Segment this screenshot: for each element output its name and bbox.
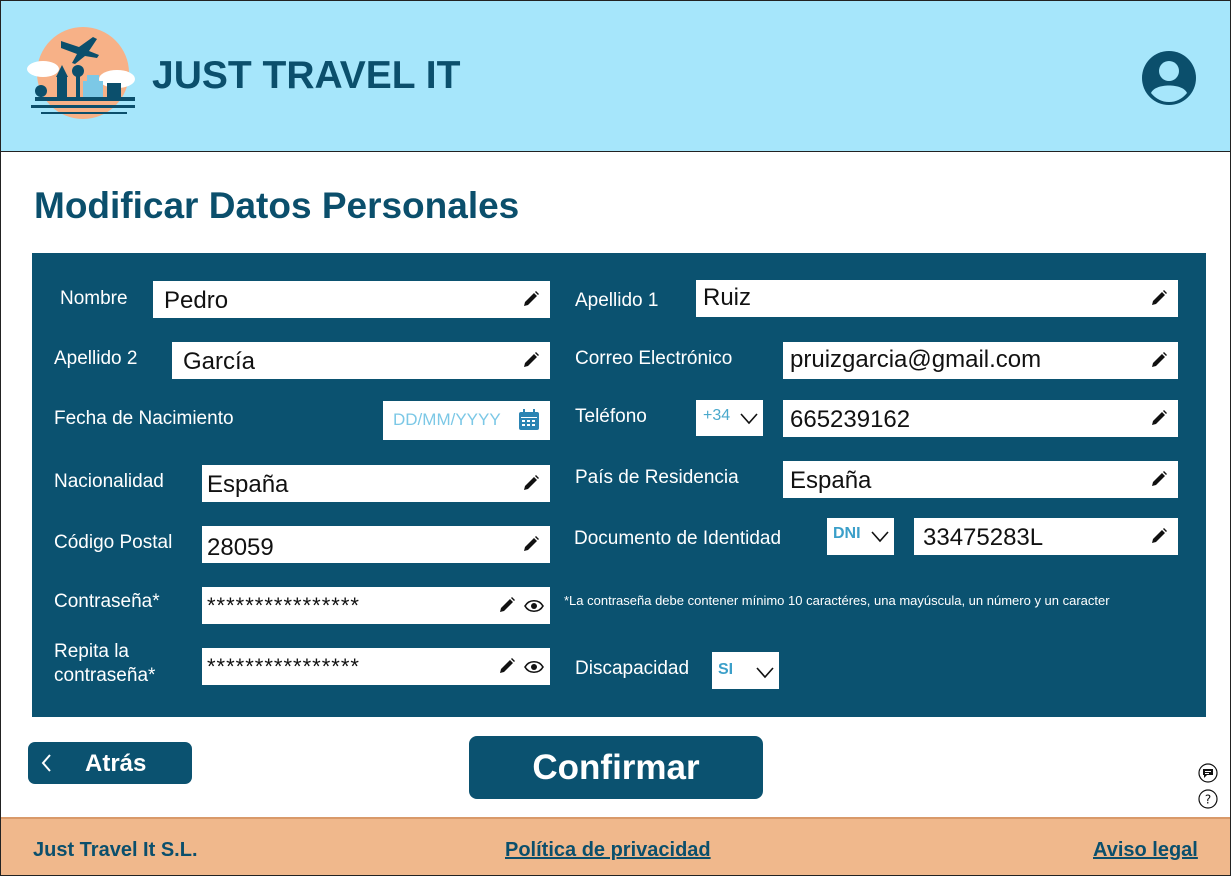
pencil-icon[interactable] bbox=[522, 351, 540, 369]
pais-residencia-field[interactable]: España bbox=[783, 461, 1178, 498]
phone-prefix-select[interactable]: +34 bbox=[696, 400, 763, 436]
chevron-down-icon bbox=[756, 667, 774, 679]
password-hint: *La contraseña debe contener mínimo 10 c… bbox=[564, 593, 1110, 608]
pencil-icon[interactable] bbox=[522, 474, 540, 492]
nombre-field[interactable]: Pedro bbox=[153, 281, 550, 318]
pencil-icon[interactable] bbox=[1150, 289, 1168, 307]
eye-icon[interactable] bbox=[524, 658, 544, 676]
documento-field[interactable]: 33475283L bbox=[914, 518, 1178, 555]
svg-text:?: ? bbox=[1205, 793, 1211, 807]
contrasena-field[interactable]: **************** bbox=[202, 587, 550, 624]
discapacidad-select[interactable]: SI bbox=[712, 652, 779, 689]
fecha-placeholder: DD/MM/YYYY bbox=[393, 410, 501, 429]
discapacidad-value: SI bbox=[718, 661, 734, 678]
pencil-icon[interactable] bbox=[498, 657, 516, 675]
repita-contrasena-label-line1: Repita la bbox=[54, 641, 129, 662]
correo-field[interactable]: pruizgarcia@gmail.com bbox=[783, 342, 1178, 379]
codigo-postal-value: 28059 bbox=[207, 534, 274, 561]
page-title: Modificar Datos Personales bbox=[34, 185, 520, 226]
pencil-icon[interactable] bbox=[1150, 409, 1168, 427]
telefono-field[interactable]: 665239162 bbox=[783, 400, 1178, 437]
pencil-icon[interactable] bbox=[498, 596, 516, 614]
nacionalidad-value: España bbox=[207, 471, 289, 498]
fecha-nacimiento-field[interactable]: DD/MM/YYYY bbox=[383, 401, 550, 440]
back-button-label: Atrás bbox=[85, 750, 147, 777]
documento-label: Documento de Identidad bbox=[574, 528, 782, 549]
confirm-button[interactable]: Confirmar bbox=[469, 736, 763, 799]
travel-logo-icon bbox=[27, 27, 135, 119]
chevron-left-icon bbox=[41, 754, 51, 772]
apellido2-label: Apellido 2 bbox=[54, 348, 138, 369]
chevron-down-icon bbox=[871, 531, 889, 543]
apellido1-field[interactable]: Ruiz bbox=[696, 280, 1178, 317]
chat-icon[interactable] bbox=[1198, 763, 1218, 783]
phone-prefix-value: +34 bbox=[703, 407, 731, 424]
calendar-icon[interactable] bbox=[517, 408, 541, 432]
correo-label: Correo Electrónico bbox=[575, 348, 733, 369]
nacionalidad-label: Nacionalidad bbox=[54, 471, 164, 492]
site-footer: Just Travel It S.L. Política de privacid… bbox=[1, 817, 1230, 875]
discapacidad-label: Discapacidad bbox=[575, 658, 690, 679]
apellido2-value: García bbox=[183, 348, 256, 375]
codigo-postal-label: Código Postal bbox=[54, 532, 173, 553]
chevron-down-icon bbox=[740, 413, 758, 425]
nombre-label: Nombre bbox=[60, 288, 128, 309]
pencil-icon[interactable] bbox=[522, 290, 540, 308]
nombre-value: Pedro bbox=[164, 287, 229, 314]
confirm-button-label: Confirmar bbox=[532, 748, 700, 787]
documento-value: 33475283L bbox=[923, 524, 1044, 551]
legal-notice-link[interactable]: Aviso legal bbox=[1093, 839, 1198, 862]
pencil-icon[interactable] bbox=[522, 535, 540, 553]
back-button[interactable]: Atrás bbox=[28, 742, 192, 784]
privacy-policy-link[interactable]: Política de privacidad bbox=[505, 839, 711, 862]
pais-residencia-value: España bbox=[790, 467, 872, 494]
eye-icon[interactable] bbox=[524, 597, 544, 615]
contrasena-label: Contraseña* bbox=[54, 591, 160, 612]
pencil-icon[interactable] bbox=[1150, 527, 1168, 545]
user-account-icon[interactable] bbox=[1140, 49, 1198, 107]
site-header: JUST TRAVEL IT bbox=[1, 1, 1230, 152]
pais-residencia-label: País de Residencia bbox=[575, 467, 739, 488]
repita-contrasena-label-line2: contraseña* bbox=[54, 665, 156, 686]
app-window: JUST TRAVEL IT Modificar Datos Personale… bbox=[0, 0, 1231, 876]
repita-contrasena-field[interactable]: **************** bbox=[202, 648, 550, 685]
document-type-select[interactable]: DNI bbox=[827, 518, 894, 555]
nacionalidad-field[interactable]: España bbox=[202, 465, 550, 502]
pencil-icon[interactable] bbox=[1150, 470, 1168, 488]
apellido2-field[interactable]: García bbox=[172, 342, 550, 379]
pencil-icon[interactable] bbox=[1150, 351, 1168, 369]
codigo-postal-field[interactable]: 28059 bbox=[202, 526, 550, 563]
telefono-label: Teléfono bbox=[575, 406, 647, 427]
brand-name: JUST TRAVEL IT bbox=[152, 54, 461, 97]
repita-contrasena-value: **************** bbox=[207, 654, 360, 679]
fecha-nacimiento-label: Fecha de Nacimiento bbox=[54, 408, 234, 429]
help-icon[interactable]: ? bbox=[1198, 789, 1218, 809]
contrasena-value: **************** bbox=[207, 593, 360, 618]
correo-value: pruizgarcia@gmail.com bbox=[790, 346, 1042, 373]
apellido1-value: Ruiz bbox=[703, 284, 752, 311]
footer-company: Just Travel It S.L. bbox=[33, 839, 198, 861]
document-type-value: DNI bbox=[833, 525, 861, 542]
telefono-value: 665239162 bbox=[790, 406, 911, 433]
apellido1-label: Apellido 1 bbox=[575, 290, 659, 311]
